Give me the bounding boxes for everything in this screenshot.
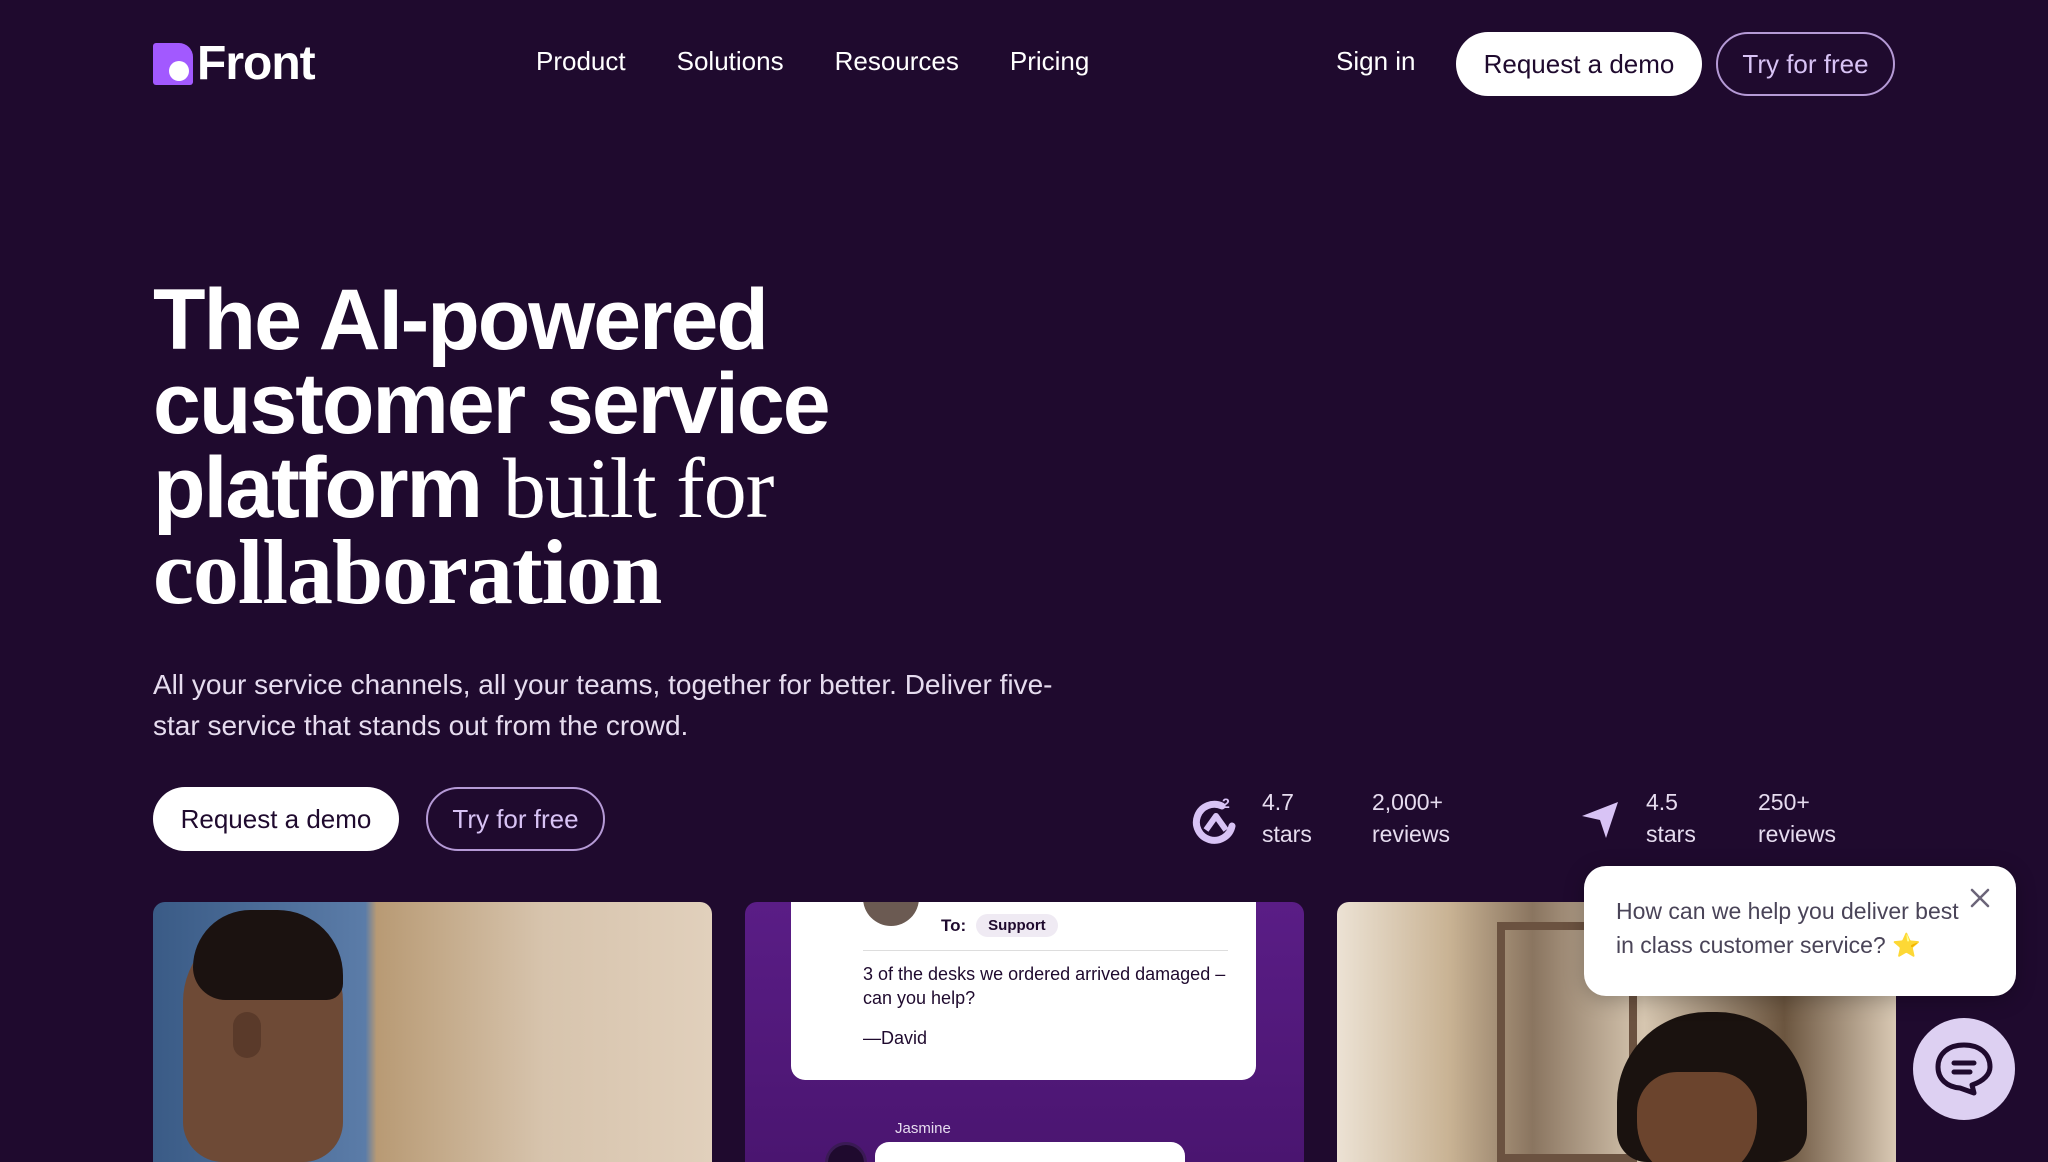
- chat-prompt-popup[interactable]: How can we help you deliver best in clas…: [1584, 866, 2016, 996]
- sign-in-link[interactable]: Sign in: [1336, 46, 1416, 77]
- to-label: To:: [941, 915, 967, 935]
- nav-item-resources[interactable]: Resources: [835, 46, 959, 77]
- chat-launcher-button[interactable]: [1913, 1018, 2015, 1120]
- divider: [863, 950, 1228, 951]
- hero-title-line-4: collaboration: [153, 521, 662, 623]
- hero-request-demo-button[interactable]: Request a demo: [153, 787, 399, 851]
- chat-prompt-text: How can we help you deliver best in clas…: [1616, 898, 1959, 958]
- recipient-pill: Support: [976, 914, 1058, 937]
- hero-image-card-man: [153, 902, 712, 1162]
- hero-title: The AI-powered customer service platform…: [153, 272, 1053, 623]
- reply-avatar: [825, 1142, 867, 1162]
- logo-text: Front: [197, 37, 316, 90]
- person-hair: [193, 910, 343, 1000]
- nav-item-pricing[interactable]: Pricing: [1010, 46, 1089, 77]
- hero-title-line-1: The AI-powered: [153, 272, 769, 368]
- g2-rating-score: 4.7 stars: [1262, 786, 1312, 850]
- message-recipient: To: Support: [941, 914, 1058, 937]
- capterra-count-value: 250+: [1758, 789, 1810, 815]
- g2-score-value: 4.7: [1262, 789, 1294, 815]
- logo[interactable]: Front: [153, 37, 316, 90]
- main-nav: Product Solutions Resources Pricing: [536, 46, 1089, 77]
- reply-bubble: [875, 1142, 1185, 1162]
- g2-score-label: stars: [1262, 821, 1312, 847]
- person-photo: [1637, 1072, 1757, 1162]
- hero-message-card: To: Support 3 of the desks we ordered ar…: [745, 902, 1304, 1162]
- g2-count-value: 2,000+: [1372, 789, 1443, 815]
- message-preview: To: Support 3 of the desks we ordered ar…: [791, 902, 1256, 1080]
- g2-review-count: 2,000+ reviews: [1372, 786, 1450, 850]
- g2-count-label: reviews: [1372, 821, 1450, 847]
- hero-title-line-2: customer service: [153, 356, 831, 452]
- nav-try-free-button[interactable]: Try for free: [1716, 32, 1895, 96]
- g2-icon: 2: [1192, 796, 1236, 844]
- svg-text:2: 2: [1222, 796, 1230, 811]
- capterra-score-value: 4.5: [1646, 789, 1678, 815]
- nav-item-solutions[interactable]: Solutions: [677, 46, 784, 77]
- hero-title-line-3: platform built for: [153, 445, 1053, 531]
- capterra-rating-score: 4.5 stars: [1646, 786, 1696, 850]
- hero-try-free-button[interactable]: Try for free: [426, 787, 605, 851]
- message-signature: —David: [863, 1028, 928, 1048]
- chat-bubble-icon: [1935, 1042, 1993, 1096]
- reply-author: Jasmine: [895, 1120, 951, 1137]
- capterra-count-label: reviews: [1758, 821, 1836, 847]
- hero-subtitle: All your service channels, all your team…: [153, 669, 1053, 741]
- sender-avatar: [863, 902, 919, 926]
- front-logo-icon: [153, 43, 193, 85]
- capterra-icon: [1582, 802, 1618, 838]
- close-icon[interactable]: [1968, 886, 1992, 910]
- nav-request-demo-button[interactable]: Request a demo: [1456, 32, 1702, 96]
- capterra-review-count: 250+ reviews: [1758, 786, 1836, 850]
- capterra-score-label: stars: [1646, 821, 1696, 847]
- message-body: 3 of the desks we ordered arrived damage…: [863, 964, 1226, 1008]
- nav-item-product[interactable]: Product: [536, 46, 626, 77]
- person-ear: [233, 1012, 261, 1058]
